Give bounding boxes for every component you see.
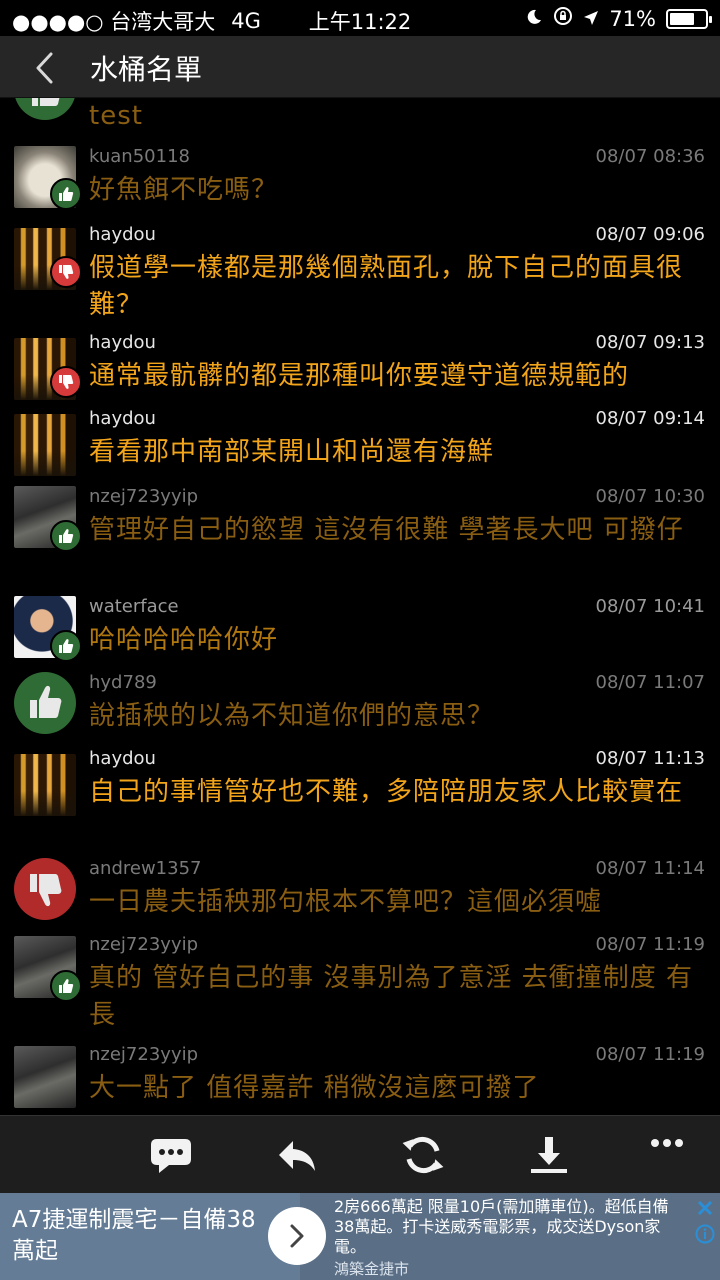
- comment-timestamp: 08/07 10:41: [595, 596, 705, 617]
- list-item[interactable]: andrew1357 08/07 11:14 一日農夫插秧那句根本不算吧？這個必…: [0, 858, 720, 934]
- comment-username[interactable]: kuan50118: [89, 146, 190, 167]
- ad-body[interactable]: 2房666萬起 限量10戶(需加購車位)。超低自備38萬起。打卡送威秀電影票，成…: [334, 1197, 684, 1257]
- comment-timestamp: 08/07 11:19: [595, 1044, 705, 1065]
- thumbs-up-icon: [32, 98, 60, 106]
- refresh-button[interactable]: [398, 1130, 448, 1180]
- list-item[interactable]: nzej723yyip 08/07 10:30 管理好自己的慾望 這沒有很難 學…: [0, 484, 720, 594]
- thumbs-up-badge-icon: [50, 178, 82, 210]
- ad-open-button[interactable]: [268, 1207, 326, 1265]
- list-item[interactable]: haydou 08/07 09:06 假道學一樣都是那幾個熟面孔，脫下自己的面具…: [0, 222, 720, 332]
- comment-text: 哈哈哈哈哈你好: [89, 625, 279, 655]
- comment-username[interactable]: haydou: [89, 748, 156, 769]
- comment-username[interactable]: haydou: [89, 408, 156, 429]
- moon-icon: [525, 7, 543, 31]
- comment-username[interactable]: haydou: [89, 332, 156, 353]
- comment-timestamp: 08/07 08:36: [595, 146, 705, 167]
- comment-text: 大一點了 值得嘉許 稍微沒這麼可撥了: [89, 1073, 540, 1103]
- rotation-lock-icon: [553, 6, 573, 31]
- more-icon: [651, 1139, 683, 1147]
- list-item[interactable]: waterface 08/07 10:41 哈哈哈哈哈你好: [0, 594, 720, 670]
- nav-bar: 水桶名單: [0, 36, 720, 98]
- reply-icon: [279, 1141, 315, 1171]
- battery-level: [670, 12, 695, 25]
- comment-list[interactable]: test kuan50118 08/07 08:36 好魚餌不吃嗎？ haydo…: [0, 98, 720, 1115]
- list-item[interactable]: haydou 08/07 09:14 看看那中南部某開山和尚還有海鮮: [0, 408, 720, 484]
- comment-text: 看看那中南部某開山和尚還有海鮮: [89, 437, 495, 467]
- reply-button[interactable]: [272, 1130, 322, 1180]
- page-title: 水桶名單: [90, 53, 203, 86]
- comment-username[interactable]: andrew1357: [89, 858, 201, 879]
- chevron-left-icon: [36, 52, 53, 84]
- list-item[interactable]: haydou 08/07 09:13 通常最骯髒的都是那種叫你要遵守道德規範的: [0, 332, 720, 408]
- thumbs-down-badge-icon: [50, 366, 82, 398]
- info-icon: [695, 1224, 715, 1244]
- avatar: [14, 1046, 76, 1108]
- comment-button[interactable]: [146, 1130, 196, 1180]
- status-right: 71%: [525, 6, 712, 31]
- status-bar: ●●●●○ 台湾大哥大 4G 上午11:22 71%: [0, 0, 720, 36]
- comment-timestamp: 08/07 09:14: [595, 408, 705, 429]
- comment-timestamp: 08/07 11:14: [595, 858, 705, 879]
- bottom-toolbar: [0, 1115, 720, 1193]
- ad-headline[interactable]: A7捷運制震宅－自備38萬起: [12, 1205, 262, 1267]
- comment-timestamp: 08/07 11:07: [595, 672, 705, 693]
- avatar: [14, 414, 76, 476]
- list-item[interactable]: kuan50118 08/07 08:36 好魚餌不吃嗎？: [0, 144, 720, 222]
- more-button[interactable]: [642, 1118, 692, 1168]
- location-icon: [583, 7, 599, 31]
- comment-text: 真的 管好自己的事 沒事別為了意淫 去衝撞制度 有長: [89, 963, 694, 1030]
- ad-advertiser: 鴻築金捷市: [334, 1260, 410, 1278]
- avatar: [14, 754, 76, 816]
- comment-username[interactable]: nzej723yyip: [89, 934, 198, 955]
- thumbs-up-badge-icon: [50, 520, 82, 552]
- comment-username[interactable]: hyd789: [89, 672, 157, 693]
- comment-username[interactable]: haydou: [89, 224, 156, 245]
- ad-left-panel[interactable]: A7捷運制震宅－自備38萬起: [0, 1193, 300, 1280]
- thumbs-up-badge-icon: [50, 630, 82, 662]
- comment-text: 自己的事情管好也不難，多陪陪朋友家人比較實在: [89, 777, 684, 807]
- comment-username[interactable]: nzej723yyip: [89, 1044, 198, 1065]
- avatar: [14, 858, 76, 920]
- list-item[interactable]: nzej723yyip 08/07 11:19 大一點了 值得嘉許 稍微沒這麼可…: [0, 1044, 720, 1115]
- comment-username[interactable]: nzej723yyip: [89, 486, 198, 507]
- refresh-icon: [402, 1136, 444, 1174]
- comment-timestamp: 08/07 09:13: [595, 332, 705, 353]
- avatar: [14, 98, 76, 120]
- comment-timestamp: 08/07 11:19: [595, 934, 705, 955]
- ad-banner[interactable]: A7捷運制震宅－自備38萬起 2房666萬起 限量10戶(需加購車位)。超低自備…: [0, 1193, 720, 1280]
- download-button[interactable]: [524, 1130, 574, 1180]
- list-item[interactable]: nzej723yyip 08/07 11:19 真的 管好自己的事 沒事別為了意…: [0, 934, 720, 1044]
- thumbs-down-badge-icon: [50, 256, 82, 288]
- comment-timestamp: 08/07 10:30: [595, 486, 705, 507]
- avatar: [14, 672, 76, 734]
- comment-text: 管理好自己的慾望 這沒有很難 學著長大吧 可撥仔: [89, 515, 684, 545]
- close-icon: [697, 1200, 713, 1216]
- comment-text: test: [89, 101, 143, 131]
- thumbs-up-badge-icon: [50, 970, 82, 1002]
- thumbs-down-icon: [30, 874, 62, 907]
- chevron-right-icon: [290, 1224, 304, 1248]
- comment-text: 假道學一樣都是那幾個熟面孔，脫下自己的面具很難？: [89, 253, 684, 320]
- list-item[interactable]: test: [0, 98, 720, 134]
- list-item[interactable]: haydou 08/07 11:13 自己的事情管好也不難，多陪陪朋友家人比較實…: [0, 748, 720, 858]
- battery-percent: 71%: [609, 6, 656, 31]
- comment-text: 通常最骯髒的都是那種叫你要遵守道德規範的: [89, 361, 630, 391]
- comment-text: 好魚餌不吃嗎？: [89, 175, 279, 205]
- battery-icon: [666, 8, 712, 29]
- list-item[interactable]: hyd789 08/07 11:07 說插秧的以為不知道你們的意思？: [0, 670, 720, 748]
- comment-text: 一日農夫插秧那句根本不算吧？這個必須噓: [89, 887, 603, 917]
- back-button[interactable]: [22, 46, 66, 90]
- comment-timestamp: 08/07 11:13: [595, 748, 705, 769]
- comment-text: 說插秧的以為不知道你們的意思？: [89, 701, 495, 731]
- ad-close-button[interactable]: [694, 1197, 716, 1219]
- comment-username[interactable]: waterface: [89, 596, 179, 617]
- thumbs-up-icon: [30, 685, 62, 718]
- comment-icon: [151, 1139, 191, 1173]
- ad-info-button[interactable]: [694, 1223, 716, 1245]
- download-icon: [531, 1137, 567, 1173]
- comment-timestamp: 08/07 09:06: [595, 224, 705, 245]
